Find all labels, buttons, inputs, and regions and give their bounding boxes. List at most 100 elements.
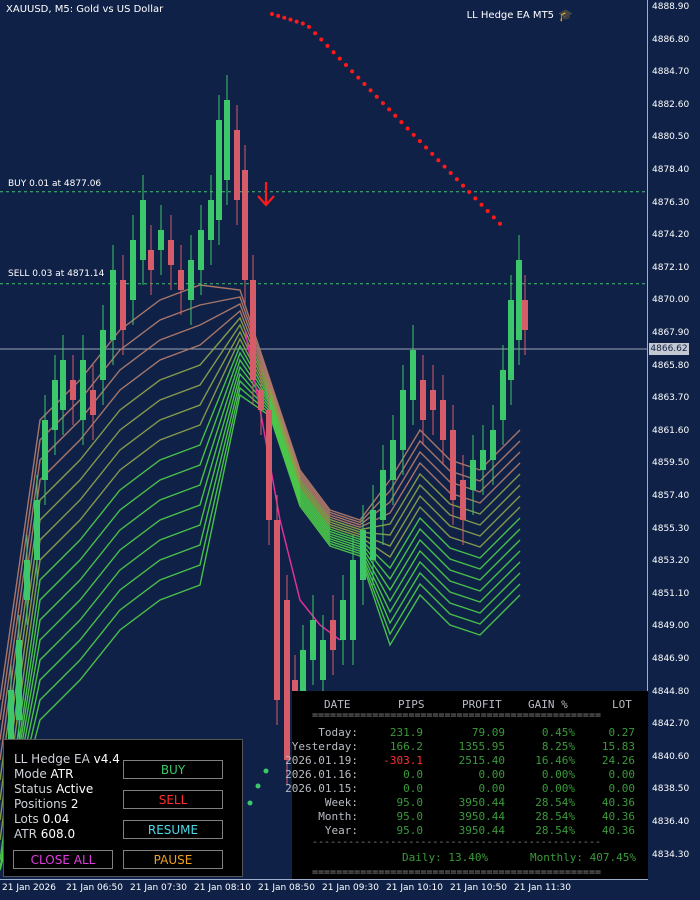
stats-cell-gain: 0.00% <box>541 782 575 795</box>
entry-dot <box>263 768 269 774</box>
trail-dot <box>417 139 422 144</box>
candle-body <box>110 270 116 340</box>
pause-button[interactable]: PAUSE <box>123 850 223 869</box>
price-tick-label: 4865.80 <box>652 360 690 371</box>
stats-cell-date: 2026.01.19: <box>285 754 358 767</box>
stats-cell-gain: 8.25% <box>541 740 575 753</box>
stats-cell-date: Week: <box>324 796 358 809</box>
candle-body <box>410 350 416 400</box>
symbol-title: XAUUSD, M5: Gold vs US Dollar <box>6 4 164 15</box>
daily-gain: Daily: 13.40% <box>402 851 489 864</box>
resume-button[interactable]: RESUME <box>123 820 223 839</box>
candle-body <box>330 620 336 650</box>
stats-cell-pips: -303.1 <box>383 754 423 767</box>
price-tick-label: 4838.50 <box>652 784 690 795</box>
stats-cell-pips: 95.0 <box>396 810 424 823</box>
stats-cell-date: Today: <box>318 726 358 739</box>
close-all-button[interactable]: CLOSE ALL <box>13 850 113 869</box>
stats-cell-lot: 0.27 <box>608 726 636 739</box>
positions-label: Positions <box>14 797 67 811</box>
stats-cell-lot: 40.36 <box>601 810 635 823</box>
candle-body <box>274 520 280 700</box>
lots-label: Lots <box>14 812 39 826</box>
candle-body <box>258 390 264 410</box>
candle-body <box>400 390 406 450</box>
trail-dot <box>491 215 496 220</box>
candle-body <box>140 200 146 260</box>
trail-dot <box>411 132 416 137</box>
time-tick-label: 21 Jan 11:30 <box>514 883 571 893</box>
candle-body <box>460 480 466 520</box>
buy-button[interactable]: BUY <box>123 760 223 779</box>
stats-cell-lot: 40.36 <box>601 824 635 837</box>
stats-cell-profit: 1355.95 <box>458 740 505 753</box>
candle-body <box>320 640 326 680</box>
candle-body <box>420 380 426 420</box>
trail-dot <box>343 62 348 67</box>
candle-body <box>500 370 506 420</box>
trail-dot <box>337 56 342 61</box>
time-tick-label: 21 Jan 08:50 <box>258 883 315 893</box>
candle-body <box>34 500 40 560</box>
candle-body <box>178 270 184 290</box>
price-tick-label: 4874.20 <box>652 230 690 241</box>
candle-body <box>450 430 456 500</box>
stats-cell-date: 2026.01.16: <box>285 768 358 781</box>
candle-body <box>242 170 248 280</box>
candle-body <box>42 420 48 480</box>
candle-body <box>266 410 272 520</box>
price-tick-label: 4857.40 <box>652 491 690 501</box>
trail-dot <box>430 151 435 156</box>
time-tick-label: 21 Jan 07:30 <box>130 883 187 893</box>
candle-body <box>490 430 496 460</box>
candle-body <box>208 200 214 240</box>
candle-body <box>310 620 316 660</box>
trail-dot <box>276 13 281 18</box>
stats-separator: ========================================… <box>312 710 601 721</box>
trail-dot <box>306 24 311 29</box>
sell-line-label: SELL 0.03 at 4871.14 <box>8 269 105 279</box>
time-tick-label: 21 Jan 06:50 <box>66 883 123 893</box>
price-tick-label: 4882.60 <box>652 99 690 110</box>
stats-cell-gain: 0.45% <box>541 726 575 739</box>
ea-control-panel: LL Hedge EA v4.4 Mode ATR Status Active … <box>3 739 243 877</box>
stats-cell-profit: 79.09 <box>471 726 505 739</box>
price-tick-label: 4853.20 <box>652 556 690 567</box>
stats-cell-date: Yesterday: <box>291 740 358 753</box>
buy-line-label: BUY 0.01 at 4877.06 <box>8 179 102 189</box>
stats-cell-gain: 0.00% <box>541 768 575 781</box>
stats-cell-gain: 28.54% <box>535 796 575 809</box>
price-tick-label: 4842.70 <box>652 719 690 730</box>
candle-body <box>120 280 126 330</box>
candle-body <box>516 260 522 340</box>
candle-body <box>24 560 30 600</box>
positions-value: 2 <box>70 797 79 811</box>
performance-stats-panel: DATE PIPS PROFIT GAIN % LOT ============… <box>285 691 648 879</box>
trail-dot <box>498 221 502 226</box>
sell-button[interactable]: SELL <box>123 790 223 809</box>
price-tick-label: 4861.60 <box>652 425 690 436</box>
price-tick-label: 4859.50 <box>652 458 690 469</box>
price-tick-label: 4878.40 <box>652 165 690 175</box>
candle-body <box>250 280 256 380</box>
price-tick-label: 4880.50 <box>652 132 690 143</box>
stats-cell-lot: 0.00 <box>608 782 636 795</box>
stats-cell-date: 2026.01.15: <box>285 782 358 795</box>
candle-body <box>80 360 86 420</box>
candle-body <box>90 390 96 415</box>
candle-body <box>130 240 136 300</box>
trail-dot <box>270 12 274 16</box>
sell-arrow-icon <box>257 182 275 207</box>
ea-version: v4.4 <box>93 752 120 766</box>
stats-cell-lot: 0.00 <box>608 768 636 781</box>
trail-dot <box>313 31 318 36</box>
candle-body <box>8 690 14 740</box>
status-row: Status Active <box>14 782 93 796</box>
candle-body <box>100 330 106 380</box>
stats-cell-pips: 95.0 <box>396 796 424 809</box>
graduation-cap-icon: 🎓 <box>558 8 573 22</box>
status-value: Active <box>56 782 94 796</box>
time-tick-label: 21 Jan 09:30 <box>322 883 379 893</box>
price-tick-label: 4888.90 <box>652 2 690 12</box>
trail-dot <box>399 120 404 125</box>
